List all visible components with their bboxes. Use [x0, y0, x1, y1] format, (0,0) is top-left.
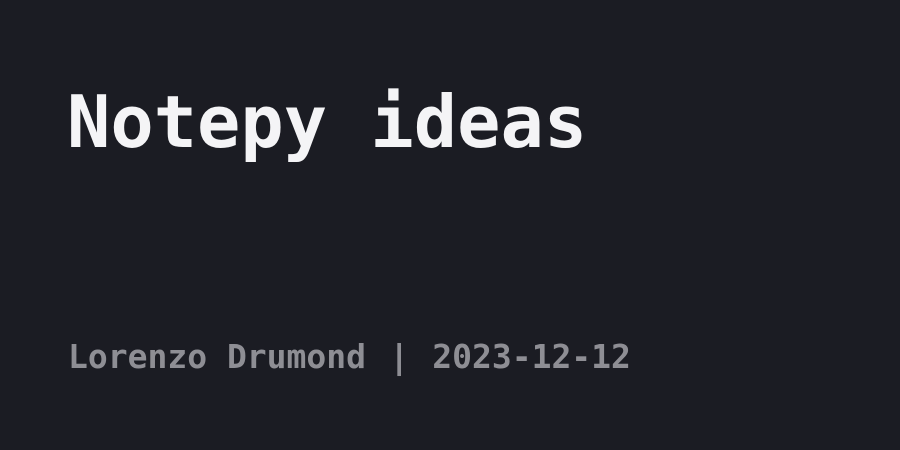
- meta-separator: |: [389, 337, 410, 376]
- post-meta: Lorenzo Drumond | 2023-12-12: [68, 340, 631, 373]
- author-name: Lorenzo Drumond: [68, 337, 367, 376]
- post-date: 2023-12-12: [432, 337, 631, 376]
- post-title: Notepy ideas: [67, 80, 588, 164]
- post-card: Notepy ideas Lorenzo Drumond | 2023-12-1…: [0, 0, 900, 450]
